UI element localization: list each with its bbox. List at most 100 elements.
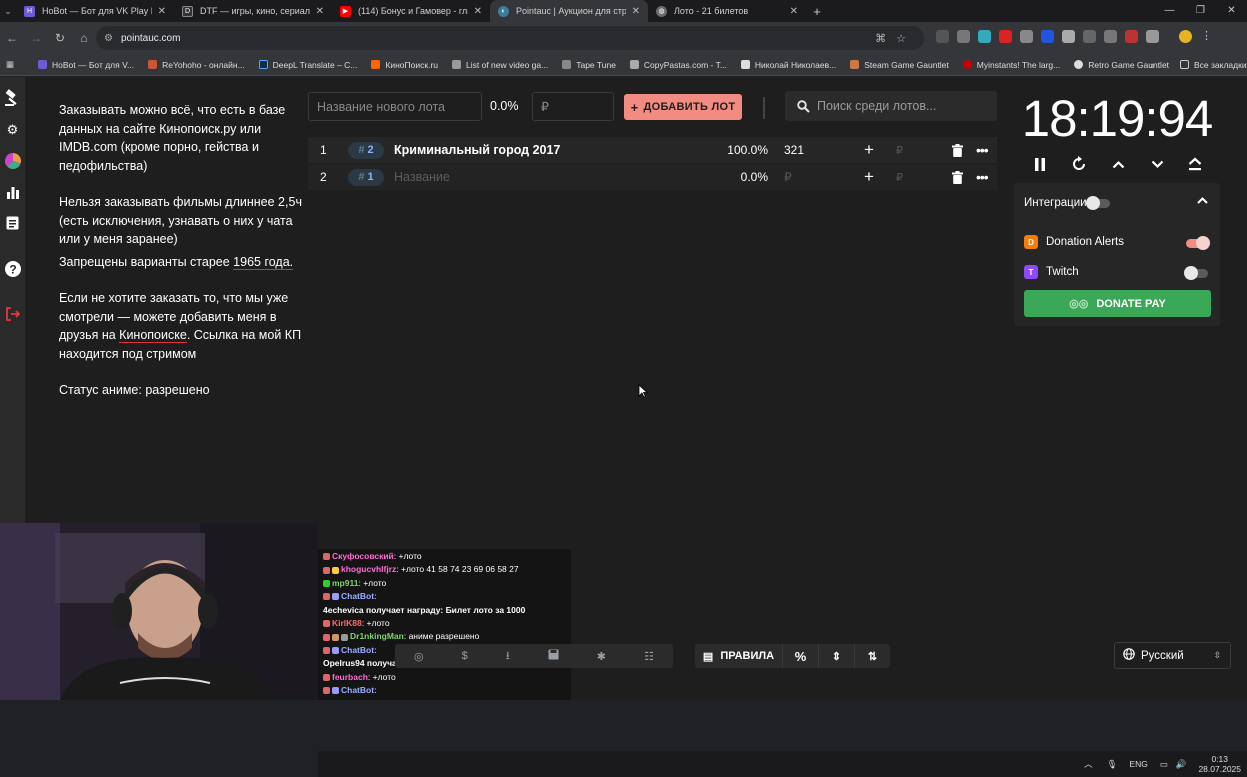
tab-hobot[interactable]: H HoBot — Бот для VK Play Live ✕ [16, 0, 174, 22]
extension-icon[interactable] [1062, 30, 1075, 43]
extension-icon[interactable] [957, 30, 970, 43]
bookmark-item[interactable]: КиноПоиск.ru [371, 60, 438, 70]
profile-avatar[interactable] [1179, 30, 1192, 43]
auction-hammer-icon[interactable] [4, 89, 21, 106]
lot-name-input[interactable]: Название [394, 170, 450, 184]
donation-alerts-toggle[interactable] [1186, 236, 1210, 250]
forward-arrow-icon[interactable]: → [24, 31, 48, 45]
clear-list-icon[interactable]: ☷ [644, 650, 654, 663]
bookmark-item[interactable]: DeepL Translate – C... [258, 60, 357, 70]
all-bookmarks-folder[interactable]: Все закладки [1180, 60, 1247, 70]
tray-chevron-up-icon[interactable]: ︿ [1084, 758, 1093, 770]
statistics-chart-icon[interactable] [4, 183, 21, 200]
site-info-icon[interactable]: ⚙ [104, 33, 113, 44]
compress-icon[interactable]: ⇕ [819, 644, 855, 668]
reset-timer-icon[interactable] [1068, 153, 1090, 175]
chevron-up-icon[interactable] [1107, 153, 1129, 175]
extra-amount-input[interactable]: ₽ [896, 171, 903, 184]
bookmark-item[interactable]: Tape Tune [562, 60, 616, 70]
lot-search-input[interactable]: Поиск среди лотов... [785, 91, 997, 121]
delete-trash-icon[interactable] [950, 143, 964, 157]
bookmark-item[interactable]: ReYohoho - онлайн... [148, 60, 245, 70]
currency-dollar-icon[interactable]: $ [462, 650, 468, 662]
tab-youtube[interactable]: ▶ (114) Бонус и Гамовер - главн ✕ [332, 0, 490, 22]
minimize-icon[interactable]: — [1154, 0, 1185, 22]
puzzle-icon[interactable] [1146, 30, 1159, 43]
history-clipboard-icon[interactable] [4, 214, 21, 231]
restore-icon[interactable]: ❐ [1185, 0, 1216, 22]
reload-icon[interactable]: ↻ [48, 31, 72, 45]
back-arrow-icon[interactable]: ← [0, 31, 24, 45]
add-amount-plus-icon[interactable]: + [864, 140, 874, 160]
tab-dtf[interactable]: D DTF — игры, кино, сериалы, р ✕ [174, 0, 332, 22]
lot-amount[interactable]: 321 [784, 143, 804, 157]
microphone-icon[interactable]: 🎙 [1107, 759, 1118, 770]
extension-icon[interactable] [1104, 30, 1117, 43]
extension-icon[interactable] [978, 30, 991, 43]
kebab-menu-icon[interactable]: ⋮ [1200, 30, 1213, 43]
tab-loto[interactable]: ◍ Лото - 21 билетов ✕ [648, 0, 806, 22]
extension-icon[interactable] [1125, 30, 1138, 43]
collapse-chevron-up-icon[interactable] [1197, 195, 1208, 207]
extension-icon[interactable] [1041, 30, 1054, 43]
language-select[interactable]: Русский ⇳ [1114, 642, 1231, 669]
more-options-icon[interactable]: ••• [976, 142, 989, 158]
more-options-icon[interactable]: ••• [976, 169, 989, 185]
kinopoisk-link[interactable]: Кинопоиске [119, 328, 187, 343]
new-tab-plus-icon[interactable]: + [806, 4, 828, 19]
translate-bookmark-icons[interactable]: ⌘☆ [875, 32, 916, 45]
tab-close-icon[interactable]: ✕ [474, 6, 482, 17]
add-amount-plus-icon[interactable]: + [864, 167, 874, 187]
more-bookmarks-chevron-icon[interactable]: » [1150, 60, 1155, 70]
tab-close-icon[interactable]: ✕ [790, 6, 798, 17]
lot-id-badge[interactable]: #1 [348, 168, 384, 186]
download-icon[interactable]: ⭳ [506, 647, 510, 666]
sort-arrows-icon[interactable]: ⇅ [855, 644, 890, 668]
new-lot-name-input[interactable]: Название нового лота [308, 92, 482, 121]
extra-amount-input[interactable]: ₽ [896, 144, 903, 157]
network-icon[interactable]: ▭ [1160, 759, 1168, 770]
tab-close-icon[interactable]: ✕ [632, 6, 640, 17]
help-question-icon[interactable]: ? [4, 260, 21, 277]
apps-grid-icon[interactable]: ▦ [6, 59, 18, 70]
bookmark-item[interactable]: Myinstants! The larg... [962, 60, 1060, 70]
home-icon[interactable]: ⌂ [72, 31, 96, 45]
bookmark-item[interactable]: Николай Николаев... [740, 60, 836, 70]
extension-icon[interactable] [936, 30, 949, 43]
extension-icon[interactable] [1083, 30, 1096, 43]
bookmark-item[interactable]: HoBot — Бот для V... [38, 60, 134, 70]
pause-icon[interactable] [1029, 153, 1051, 175]
double-chevron-up-icon[interactable] [1184, 153, 1206, 175]
chevron-down-icon[interactable] [1146, 153, 1168, 175]
extension-icon[interactable] [1020, 30, 1033, 43]
bookmark-item[interactable]: Steam Game Gauntlet [850, 60, 949, 70]
delete-trash-icon[interactable] [950, 170, 964, 184]
bookmark-item[interactable]: CopyPastas.com - T... [629, 60, 727, 70]
lot-name[interactable]: Криминальный город 2017 [394, 143, 560, 157]
tab-pointauc[interactable]: ◐ Pointauc | Аукцион для стрим ✕ [490, 0, 648, 22]
twitch-toggle[interactable] [1184, 266, 1208, 280]
extension-icon[interactable] [999, 30, 1012, 43]
tab-close-icon[interactable]: ✕ [316, 6, 324, 17]
integrations-master-toggle[interactable] [1086, 196, 1110, 210]
input-language[interactable]: ENG [1129, 759, 1147, 769]
bug-icon[interactable]: ✱ [597, 650, 606, 663]
address-bar[interactable]: ⚙ pointauc.com ⌘☆ [96, 26, 924, 50]
settings-gear-icon[interactable]: ⚙ [4, 121, 21, 138]
reset-slots-icon[interactable]: ◎ [414, 650, 424, 663]
tab-search-icon[interactable]: ⌄ [0, 0, 16, 22]
donatepay-button[interactable]: ◎◎ DONATE PAY [1024, 290, 1211, 317]
percent-toggle-button[interactable]: % [783, 644, 819, 668]
close-window-icon[interactable]: ✕ [1216, 0, 1247, 22]
logout-icon[interactable] [4, 305, 21, 322]
volume-icon[interactable]: 🔊 [1176, 759, 1187, 770]
add-lot-button[interactable]: + ДОБАВИТЬ ЛОТ [624, 94, 742, 120]
clock[interactable]: 0:13 28.07.2025 [1198, 754, 1241, 774]
rules-button[interactable]: ▤ ПРАВИЛА [695, 644, 783, 668]
wheel-icon[interactable] [4, 152, 21, 169]
save-icon[interactable] [548, 649, 559, 663]
new-lot-amount-input[interactable]: ₽ [532, 92, 614, 121]
bookmark-item[interactable]: List of new video ga... [452, 60, 548, 70]
lot-id-badge[interactable]: #2 [348, 141, 384, 159]
tab-close-icon[interactable]: ✕ [158, 6, 166, 17]
